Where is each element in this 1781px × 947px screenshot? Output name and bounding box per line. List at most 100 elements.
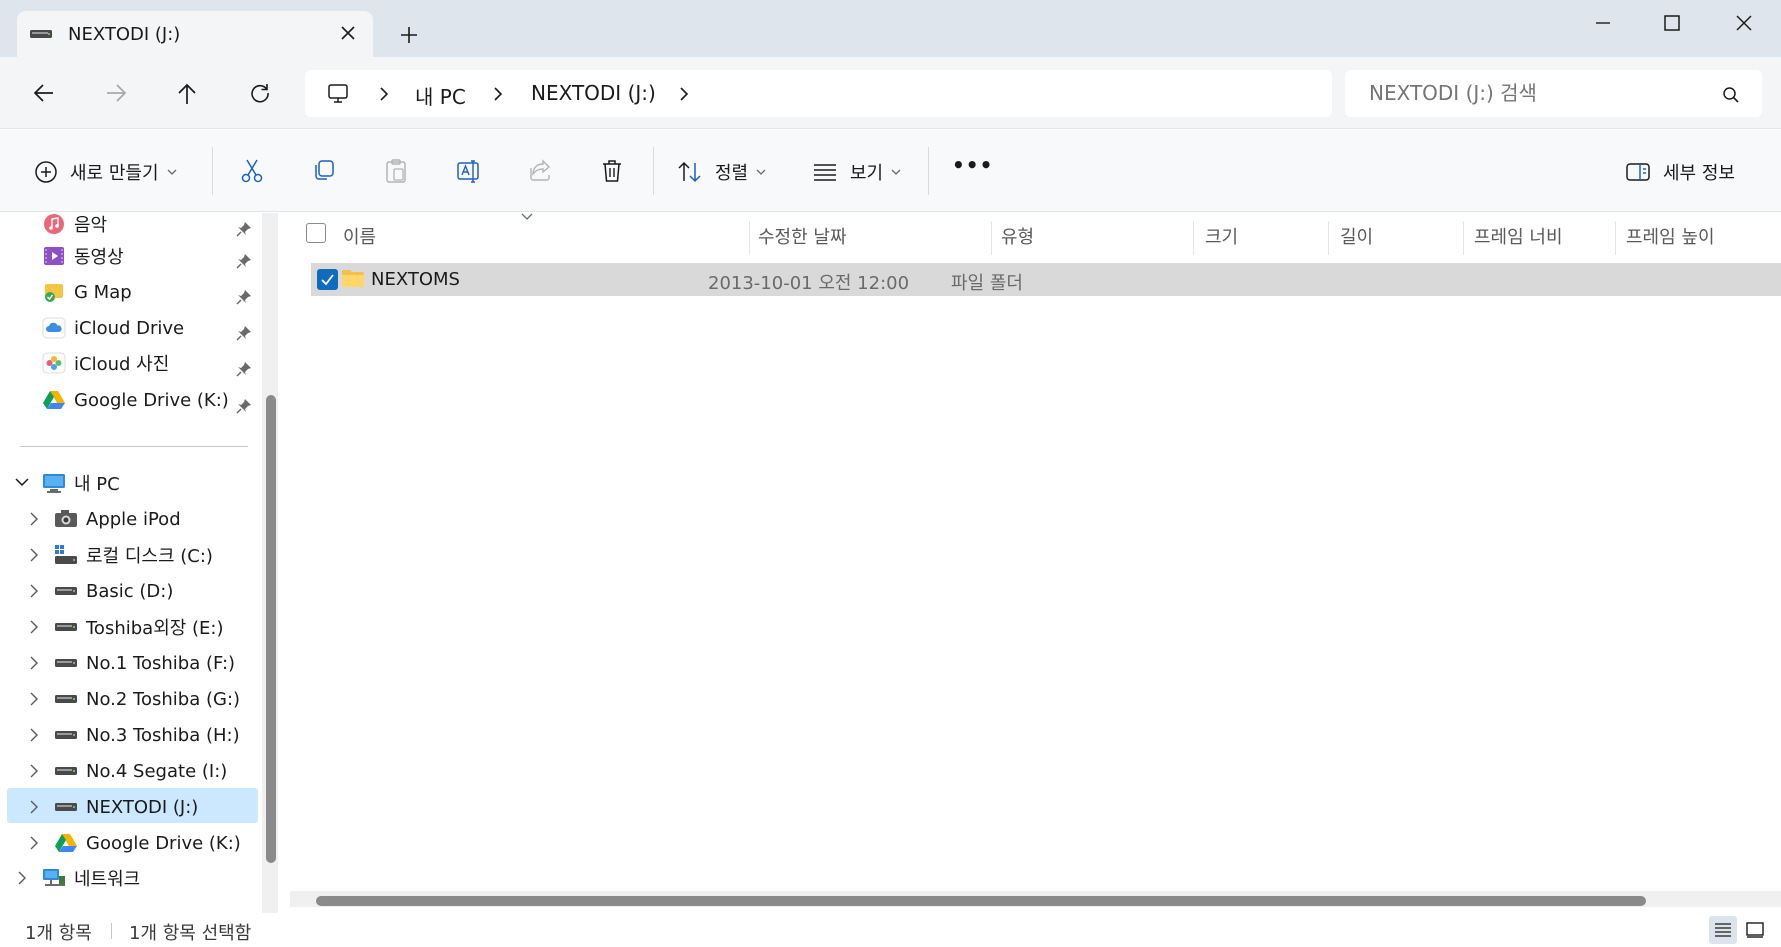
horizontal-scrollbar-thumb[interactable] — [316, 896, 1646, 906]
sidebar-item-music[interactable]: 음악 — [42, 208, 107, 240]
details-pane-button[interactable]: 세부 정보 — [1625, 159, 1735, 185]
forward-icon[interactable] — [104, 82, 128, 104]
row-checkbox[interactable] — [317, 269, 338, 290]
file-name[interactable]: NEXTOMS — [371, 269, 460, 290]
sidebar-item-icloud-photos[interactable]: iCloud 사진 — [42, 347, 169, 379]
breadcrumb-this-pc[interactable]: 내 PC — [415, 81, 466, 110]
sidebar-item-toshiba-h[interactable]: No.3 Toshiba (H:) — [54, 719, 240, 751]
column-header-date-modified[interactable]: 수정한 날짜 — [758, 223, 847, 249]
sidebar-item-videos[interactable]: 동영상 — [42, 240, 124, 272]
chevron-right-icon[interactable] — [28, 655, 40, 671]
photos-icon — [42, 351, 66, 375]
sidebar-item-google-drive-pinned[interactable]: Google Drive (K:) — [42, 384, 229, 416]
pc-icon[interactable] — [327, 83, 349, 105]
file-list: 이름 수정한 날짜 유형 크기 길이 프레임 너비 프레임 높이 NEXTOMS… — [290, 213, 1781, 913]
back-icon[interactable] — [32, 82, 56, 104]
chevron-right-icon[interactable] — [28, 691, 40, 707]
column-header-frame-height[interactable]: 프레임 높이 — [1626, 223, 1715, 249]
refresh-icon[interactable] — [249, 82, 271, 104]
pin-icon[interactable] — [236, 253, 252, 269]
drive-icon — [29, 28, 53, 40]
maximize-icon[interactable] — [1661, 12, 1683, 34]
column-header-length[interactable]: 길이 — [1340, 223, 1373, 249]
chevron-right-icon[interactable] — [28, 799, 40, 815]
sidebar-item-toshiba-g[interactable]: No.2 Toshiba (G:) — [54, 683, 240, 715]
sidebar-item-label: iCloud Drive — [74, 317, 185, 339]
sidebar-item-toshiba-f[interactable]: No.1 Toshiba (F:) — [54, 647, 235, 679]
network-icon — [42, 866, 66, 890]
sidebar-item-g-map[interactable]: G Map — [42, 276, 132, 308]
sidebar-item-nextodi-j[interactable]: NEXTODI (J:) — [54, 791, 198, 823]
breadcrumb-nextodi[interactable]: NEXTODI (J:) — [531, 81, 656, 105]
search-icon[interactable] — [1722, 86, 1740, 104]
search-input[interactable] — [1369, 81, 1709, 105]
column-divider[interactable] — [1615, 221, 1616, 255]
copy-icon[interactable] — [312, 158, 336, 182]
tab-title: NEXTODI (J:) — [68, 24, 181, 45]
sidebar-item-local-disk-c[interactable]: 로컬 디스크 (C:) — [54, 539, 213, 571]
minimize-icon[interactable] — [1592, 12, 1614, 34]
column-header-name[interactable]: 이름 — [343, 223, 376, 249]
column-header-type[interactable]: 유형 — [1001, 223, 1034, 249]
chevron-right-icon[interactable] — [28, 727, 40, 743]
pin-icon[interactable] — [236, 221, 252, 237]
up-icon[interactable] — [176, 82, 198, 106]
chevron-right-icon[interactable] — [16, 870, 28, 886]
search-box[interactable] — [1345, 70, 1762, 117]
column-divider[interactable] — [1193, 221, 1194, 255]
details-pane-icon — [1625, 161, 1651, 183]
sidebar-item-label: NEXTODI (J:) — [86, 796, 199, 818]
sidebar-item-icloud-drive[interactable]: iCloud Drive — [42, 312, 184, 344]
chevron-right-icon[interactable] — [28, 511, 40, 527]
chevron-right-icon[interactable] — [28, 835, 40, 851]
column-header-frame-width[interactable]: 프레임 너비 — [1474, 223, 1563, 249]
chevron-right-icon[interactable] — [377, 86, 391, 102]
new-tab-icon[interactable] — [398, 24, 420, 46]
chevron-right-icon[interactable] — [491, 86, 505, 102]
file-type: 파일 폴더 — [951, 273, 1023, 294]
sidebar-item-segate-i[interactable]: No.4 Segate (I:) — [54, 755, 227, 787]
details-view-icon[interactable] — [1709, 916, 1737, 944]
sidebar-scrollbar-thumb[interactable] — [266, 395, 276, 863]
sidebar-item-label: Google Drive (K:) — [74, 389, 229, 411]
close-tab-icon[interactable] — [339, 24, 357, 42]
column-header-size[interactable]: 크기 — [1205, 223, 1238, 249]
tiles-view-icon[interactable] — [1741, 916, 1769, 944]
view-button[interactable]: 보기 — [812, 159, 901, 185]
more-options-button[interactable]: ••• — [952, 153, 993, 177]
pin-icon[interactable] — [236, 289, 252, 305]
pin-icon[interactable] — [236, 398, 252, 414]
column-divider[interactable] — [1463, 221, 1464, 255]
close-window-icon[interactable] — [1733, 12, 1755, 34]
select-all-checkbox[interactable] — [306, 223, 326, 243]
new-button[interactable]: 새로 만들기 — [34, 159, 177, 185]
rename-icon[interactable] — [456, 158, 482, 184]
status-divider — [111, 923, 112, 939]
pin-icon[interactable] — [236, 325, 252, 341]
sidebar-item-this-pc[interactable]: 내 PC — [42, 467, 120, 499]
cut-icon[interactable] — [240, 158, 264, 184]
pin-icon[interactable] — [236, 361, 252, 377]
delete-icon[interactable] — [600, 158, 624, 184]
column-divider[interactable] — [1328, 221, 1329, 255]
sidebar-item-toshiba-e[interactable]: Toshiba외장 (E:) — [54, 611, 224, 643]
title-bar: NEXTODI (J:) — [0, 0, 1781, 57]
file-row[interactable]: NEXTOMS 2013-10-01 오전 12:00 파일 폴더 — [311, 263, 1781, 296]
tab-nextodi[interactable]: NEXTODI (J:) — [17, 11, 373, 57]
chevron-down-icon[interactable] — [14, 476, 30, 488]
column-divider[interactable] — [749, 221, 750, 255]
sort-button[interactable]: 정렬 — [677, 159, 766, 185]
sidebar-item-google-drive-k[interactable]: Google Drive (K:) — [54, 827, 241, 859]
sidebar-item-apple-ipod[interactable]: Apple iPod — [54, 503, 181, 535]
paste-icon[interactable] — [384, 158, 408, 184]
chevron-right-icon[interactable] — [677, 86, 691, 102]
sidebar-item-network[interactable]: 네트워크 — [42, 862, 140, 894]
chevron-right-icon[interactable] — [28, 763, 40, 779]
chevron-right-icon[interactable] — [28, 547, 40, 563]
sidebar-item-basic-d[interactable]: Basic (D:) — [54, 575, 173, 607]
column-divider[interactable] — [991, 221, 992, 255]
chevron-right-icon[interactable] — [28, 619, 40, 635]
chevron-right-icon[interactable] — [28, 583, 40, 599]
address-bar[interactable]: 내 PC NEXTODI (J:) — [305, 70, 1332, 117]
share-icon[interactable] — [528, 158, 554, 182]
